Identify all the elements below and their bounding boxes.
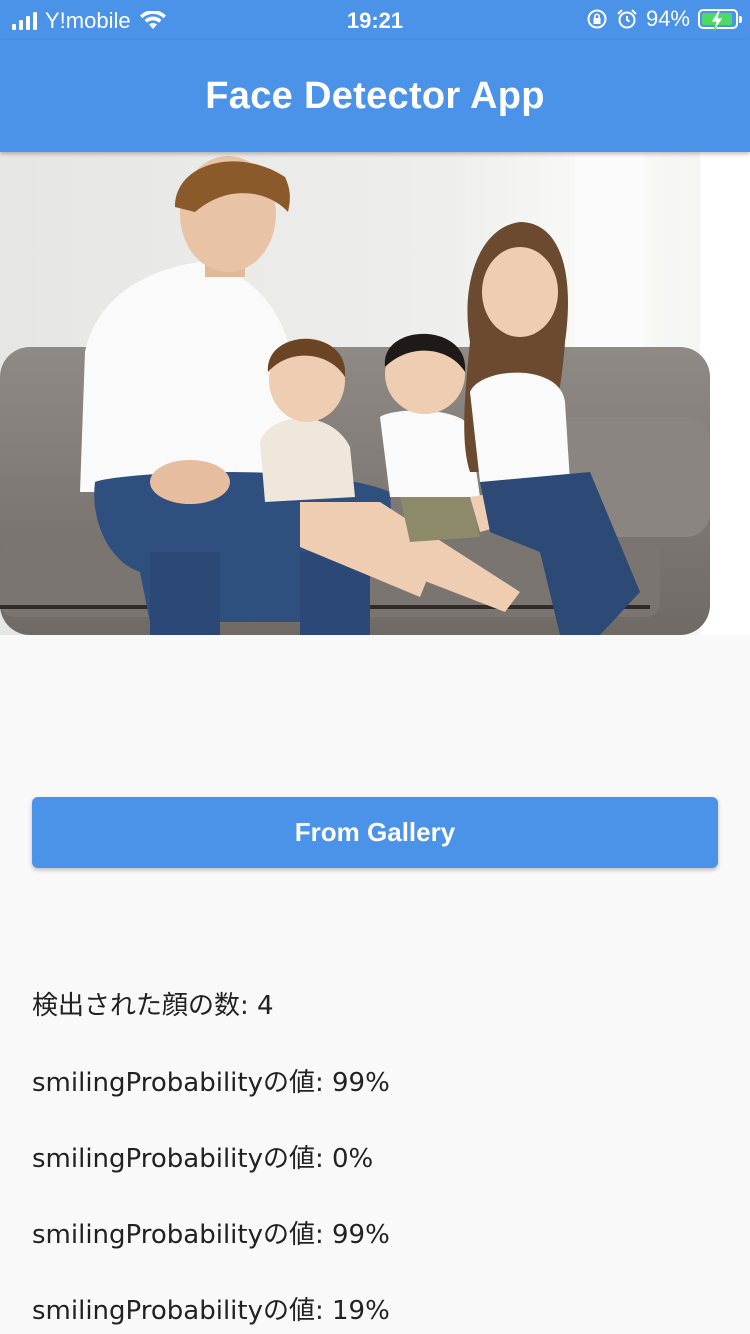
battery-fill [702, 11, 733, 31]
battery-icon [698, 9, 742, 31]
family-photo [0, 152, 750, 635]
family-photo-illustration [0, 152, 750, 635]
battery-percent: 94% [645, 6, 690, 31]
alarm-icon [617, 9, 637, 29]
orientation-lock-icon [587, 9, 607, 29]
smiling-probability-1: smilingProbabilityの値: 99% [32, 1068, 390, 1098]
status-bar: Y!mobile 19:21 94% [0, 0, 750, 40]
app-title: Face Detector App [205, 74, 545, 117]
charging-bolt-icon [710, 11, 724, 31]
smiling-probability-2: smilingProbabilityの値: 0% [32, 1144, 374, 1174]
app-bar: Face Detector App [0, 40, 750, 152]
face-count-text: 検出された顔の数: 4 [32, 991, 274, 1021]
status-right: 94% [586, 6, 742, 32]
smiling-probability-3: smilingProbabilityの値: 99% [32, 1220, 390, 1250]
from-gallery-button[interactable]: From Gallery [32, 797, 718, 868]
smiling-probability-4: smilingProbabilityの値: 19% [32, 1296, 390, 1326]
